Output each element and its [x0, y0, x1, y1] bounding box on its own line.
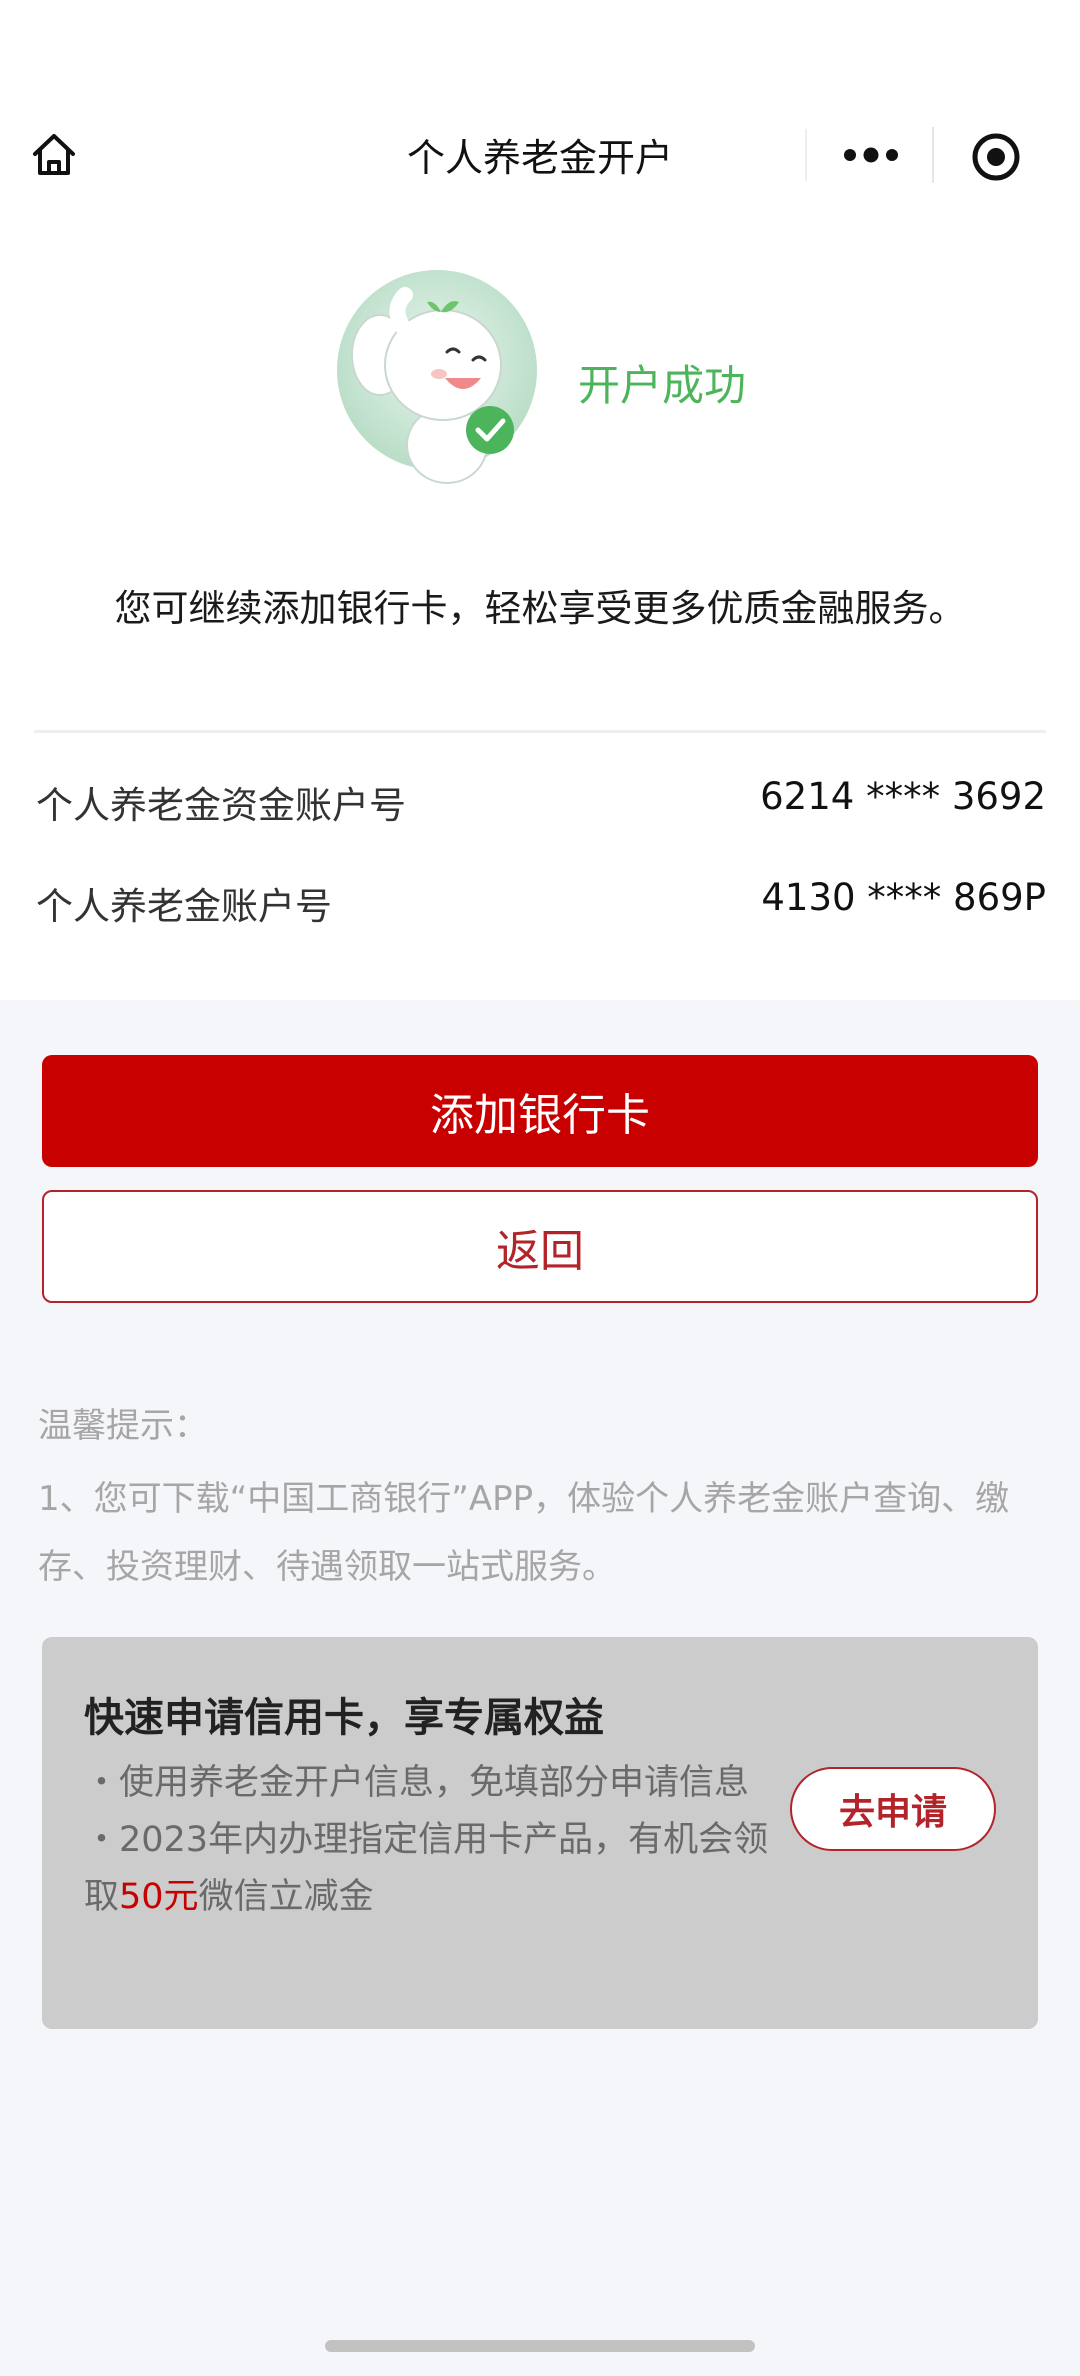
- promo-description: ・使用养老金开户信息，免填部分申请信息 ・2023年内办理指定信用卡产品，有机会…: [84, 1755, 804, 1926]
- back-button[interactable]: 返回: [42, 1190, 1038, 1303]
- account-label: 个人养老金资金账户号: [36, 784, 406, 827]
- credit-card-promo: 快速申请信用卡，享专属权益 ・使用养老金开户信息，免填部分申请信息 ・2023年…: [42, 1637, 1038, 2029]
- success-message: 您可继续添加银行卡，轻松享受更多优质金融服务。: [114, 587, 966, 630]
- home-indicator[interactable]: [325, 2340, 755, 2352]
- account-number: 4130 **** 869P: [761, 876, 1046, 919]
- more-dots-icon[interactable]: [838, 135, 904, 175]
- capsule-divider: [805, 129, 807, 181]
- promo-highlight-amount: 50元: [119, 1877, 199, 1917]
- account-row-pension: 个人养老金账户号 4130 **** 869P: [36, 876, 1046, 928]
- navigation-bar: 个人养老金开户: [0, 105, 1080, 205]
- apply-button[interactable]: 去申请: [790, 1767, 996, 1851]
- add-bank-card-button[interactable]: 添加银行卡: [42, 1055, 1038, 1167]
- account-label: 个人养老金账户号: [36, 885, 332, 928]
- promo-bullet: ・2023年内办理指定信用卡产品，有机会领 取50元微信立减金: [84, 1812, 804, 1926]
- divider: [34, 730, 1046, 733]
- promo-bullet: ・使用养老金开户信息，免填部分申请信息: [84, 1763, 750, 1803]
- page-title: 个人养老金开户: [406, 136, 673, 180]
- tips-title: 温馨提示：: [38, 1406, 208, 1446]
- account-number: 6214 **** 3692: [760, 775, 1046, 818]
- promo-title: 快速申请信用卡，享专属权益: [84, 1695, 604, 1741]
- success-status: 开户成功: [578, 361, 747, 410]
- target-close-icon[interactable]: [970, 131, 1022, 183]
- promo-bullet-text: 微信立减金: [198, 1877, 374, 1917]
- capsule-divider: [932, 127, 934, 183]
- account-row-funds: 个人养老金资金账户号 6214 **** 3692: [36, 775, 1046, 827]
- tips-item: 1、您可下载“中国工商银行”APP，体验个人养老金账户查询、缴存、投资理财、待遇…: [38, 1479, 1010, 1587]
- elephant-mascot-icon: [335, 270, 540, 495]
